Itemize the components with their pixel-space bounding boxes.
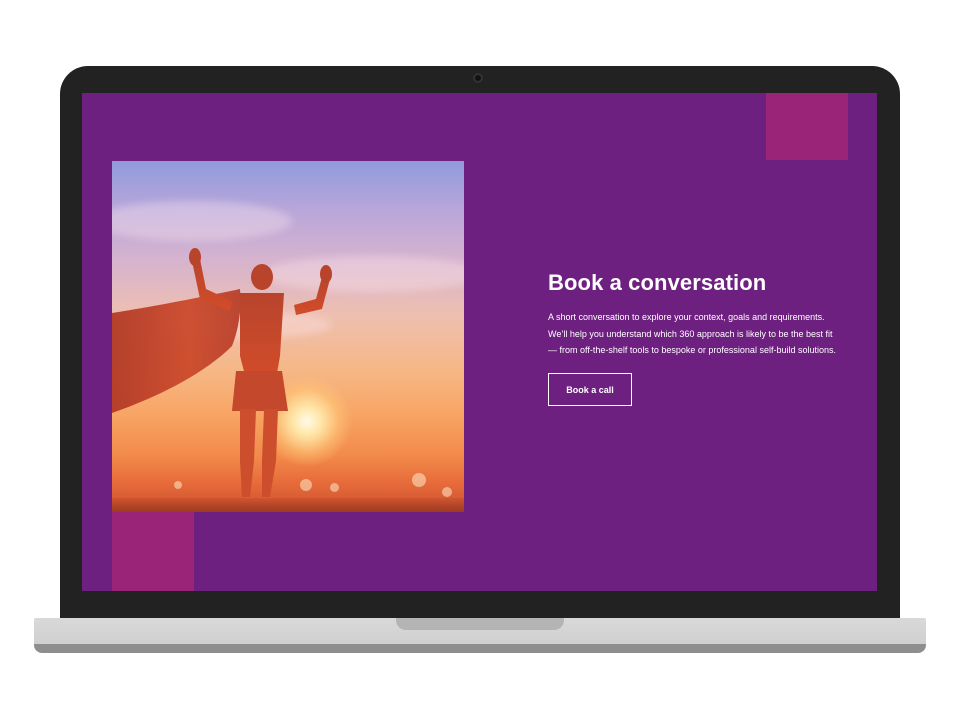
ground-horizon <box>112 498 464 512</box>
book-call-button[interactable]: Book a call <box>548 372 632 406</box>
laptop-mockup: Book a conversation A short conversation… <box>0 0 960 720</box>
accent-square-top <box>766 93 848 160</box>
description-line: We’ll help you understand which 360 appr… <box>548 328 833 339</box>
laptop-screen: Book a conversation A short conversation… <box>82 93 877 591</box>
webcam-icon <box>473 73 483 83</box>
description-line: A short conversation to explore your con… <box>548 312 825 322</box>
page-title: Book a conversation <box>548 270 767 295</box>
conversation-panel: Book a conversation A short conversation… <box>548 269 858 406</box>
laptop-base-edge <box>34 644 926 653</box>
accent-square-bottom <box>112 499 194 591</box>
superhero-silhouette <box>112 248 332 497</box>
description-text: A short conversation to explore your con… <box>548 309 858 359</box>
description-line: — from off-the-shelf tools to bespoke or… <box>548 345 836 355</box>
laptop-opening-notch <box>396 618 564 630</box>
hero-image <box>112 161 464 512</box>
